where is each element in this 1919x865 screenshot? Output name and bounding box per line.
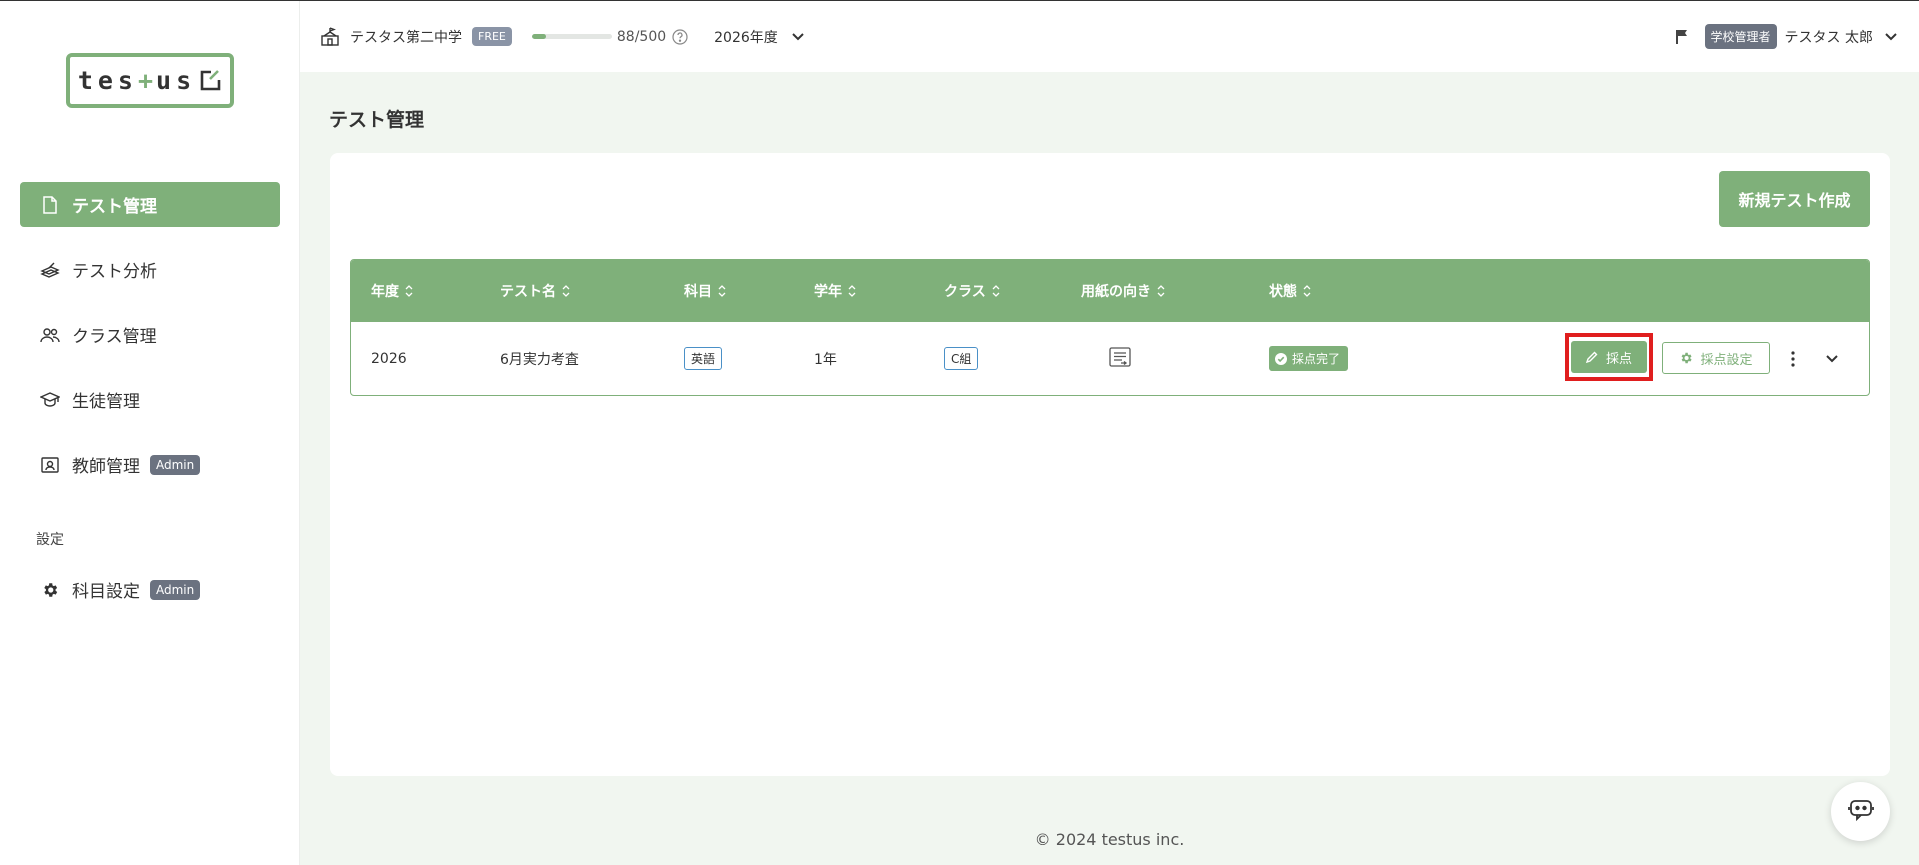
test-list-card: 新規テスト作成 年度 テスト名 科目 学年 クラス 用紙の向き 状態 2026 … (330, 153, 1890, 776)
sidebar-item-teacher-management[interactable]: 教師管理 Admin (20, 442, 280, 487)
new-test-button[interactable]: 新規テスト作成 (1719, 171, 1870, 227)
school-info: テスタス第二中学 FREE (320, 26, 512, 47)
expand-chevron-icon[interactable] (1821, 348, 1843, 370)
id-card-icon (40, 455, 60, 475)
admin-badge: Admin (150, 579, 201, 600)
column-header-status[interactable]: 状態 (1269, 260, 1312, 322)
grading-settings-label: 採点設定 (1700, 352, 1753, 368)
column-header-label: 状態 (1269, 284, 1297, 300)
flag-icon[interactable] (1675, 29, 1689, 45)
graduation-cap-icon (40, 390, 60, 410)
sidebar: tes + us テスト管理 テスト分析 クラス管理 生徒管理 教師管理 Admi (0, 1, 300, 865)
subject-chip: 英語 (684, 347, 723, 370)
column-header-test-name[interactable]: テスト名 (500, 260, 571, 322)
sidebar-item-label: テスト管理 (72, 197, 157, 217)
document-icon (40, 195, 60, 215)
column-header-subject[interactable]: 科目 (684, 260, 727, 322)
cell-subject: 英語 (684, 322, 723, 395)
sidebar-item-label: クラス管理 (72, 327, 157, 347)
pen-paper-icon (40, 260, 60, 280)
sidebar-item-label: 科目設定 (72, 582, 140, 602)
admin-badge: Admin (150, 454, 201, 475)
sidebar-item-student-management[interactable]: 生徒管理 (20, 377, 280, 422)
column-header-label: クラス (944, 284, 986, 300)
footer-copyright: © 2024 testus inc. (1034, 830, 1185, 849)
cell-test-name: 6月実力考査 (500, 351, 579, 368)
sort-icon (717, 285, 727, 297)
column-header-label: 学年 (814, 284, 842, 300)
school-building-icon (320, 26, 340, 47)
user-name[interactable]: テスタス 太郎 (1785, 27, 1873, 47)
grade-button-highlight: 採点 (1565, 333, 1653, 381)
check-circle-icon (1275, 352, 1287, 365)
logo-text-1: tes (77, 66, 138, 95)
grading-settings-button[interactable]: 採点設定 (1662, 342, 1770, 374)
column-header-label: 年度 (371, 284, 399, 300)
sidebar-item-subject-settings[interactable]: 科目設定 Admin (20, 567, 280, 612)
grade-button[interactable]: 採点 (1571, 341, 1647, 373)
status-badge: 採点完了 (1269, 346, 1349, 371)
user-area: 学校管理者 テスタス 太郎 (1675, 24, 1897, 49)
cell-orientation (1109, 322, 1131, 395)
plan-badge: FREE (472, 27, 512, 46)
user-menu-chevron-icon[interactable] (1885, 32, 1897, 41)
sort-icon (1156, 285, 1166, 297)
column-header-orientation[interactable]: 用紙の向き (1081, 260, 1166, 322)
usage-meter: 88/500 (531, 28, 688, 45)
chat-bot-button[interactable] (1831, 782, 1890, 841)
top-bar: テスタス第二中学 FREE 88/500 2026年度 学校管理者 テスタス 太… (300, 1, 1919, 72)
table-row: 2026 6月実力考査 英語 1年 C組 採点完了 採点 採点設定 (351, 322, 1869, 395)
year-select[interactable]: 2026年度 (714, 27, 804, 47)
year-select-value: 2026年度 (714, 29, 778, 46)
cell-class: C組 (944, 322, 979, 395)
cell-year: 2026 (371, 350, 407, 367)
sidebar-item-test-management[interactable]: テスト管理 (20, 182, 280, 227)
sort-icon (561, 285, 571, 297)
column-header-label: 用紙の向き (1081, 284, 1151, 300)
help-circle-icon[interactable] (672, 28, 688, 45)
chat-bot-icon (1847, 798, 1874, 826)
sort-icon (991, 285, 1001, 297)
status-label: 採点完了 (1292, 352, 1341, 366)
sidebar-item-label: 教師管理 (72, 457, 140, 477)
testus-logo[interactable]: tes + us (66, 53, 234, 108)
class-chip: C組 (944, 347, 979, 370)
school-name: テスタス第二中学 (350, 29, 462, 46)
sidebar-item-test-analysis[interactable]: テスト分析 (20, 247, 280, 292)
column-header-label: テスト名 (500, 284, 556, 300)
sort-icon (1302, 285, 1312, 297)
column-header-year[interactable]: 年度 (371, 260, 414, 322)
sort-icon (404, 285, 414, 297)
sidebar-item-label: テスト分析 (72, 262, 157, 282)
column-header-label: 科目 (684, 284, 712, 300)
usage-progress-bar (531, 34, 612, 39)
sort-icon (847, 285, 857, 297)
gear-icon (40, 580, 60, 600)
sidebar-item-label: 生徒管理 (72, 392, 140, 412)
logo-plus: + (137, 66, 157, 95)
cell-grade: 1年 (814, 351, 837, 368)
gear-icon (1679, 351, 1693, 365)
page-title: テスト管理 (329, 109, 425, 131)
sidebar-item-class-management[interactable]: クラス管理 (20, 312, 280, 357)
portrait-document-icon (1109, 346, 1131, 371)
more-vertical-icon[interactable] (1783, 348, 1803, 370)
chevron-down-icon (792, 32, 804, 41)
users-icon (40, 325, 60, 345)
cell-status: 採点完了 (1269, 322, 1349, 395)
edit-square-icon (198, 69, 222, 93)
usage-text: 88/500 (616, 28, 667, 45)
role-badge: 学校管理者 (1704, 24, 1777, 49)
usage-progress-fill (531, 34, 546, 39)
pencil-icon (1585, 351, 1598, 363)
logo-text-2: us (156, 66, 197, 95)
column-header-class[interactable]: クラス (944, 260, 1001, 322)
test-table: 年度 テスト名 科目 学年 クラス 用紙の向き 状態 2026 6月実力考査 英… (350, 259, 1870, 396)
settings-section-label: 設定 (36, 532, 64, 548)
table-header: 年度 テスト名 科目 学年 クラス 用紙の向き 状態 (351, 260, 1869, 322)
grade-button-label: 採点 (1605, 351, 1632, 367)
column-header-grade[interactable]: 学年 (814, 260, 857, 322)
